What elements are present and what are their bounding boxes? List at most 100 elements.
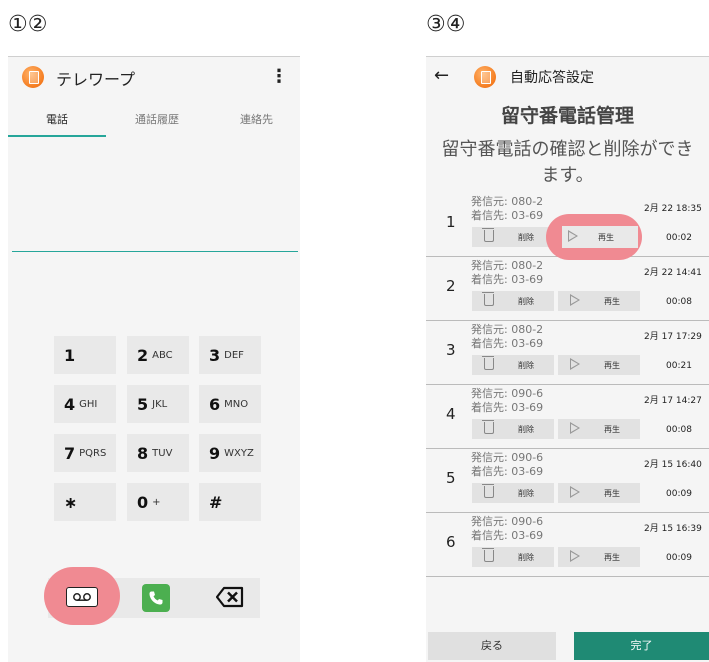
description-line-1: 留守番電話の確認と削除ができ	[441, 139, 694, 160]
done-button[interactable]: 完了	[574, 632, 709, 660]
back-arrow-icon[interactable]: ←	[434, 65, 449, 86]
entry-duration: 00:21	[666, 361, 692, 371]
entry-datetime: 2月 22 18:35	[644, 204, 702, 214]
step-label-1-2: ①②	[8, 12, 48, 37]
play-button[interactable]: 再生	[558, 355, 640, 375]
app-bar: テレワープ ⋮	[8, 57, 300, 97]
number-input-underline[interactable]	[12, 251, 298, 252]
app-logo-icon	[22, 66, 44, 88]
trash-icon	[482, 292, 494, 306]
tab-contacts[interactable]: 連絡先	[240, 111, 273, 127]
backspace-button[interactable]	[215, 586, 244, 608]
entry-datetime: 2月 17 14:27	[644, 396, 702, 406]
entry-duration: 00:08	[666, 297, 692, 307]
step-label-3-4: ③④	[426, 12, 466, 37]
trash-icon	[482, 356, 494, 370]
key-9[interactable]: 9 WXYZ	[199, 434, 261, 472]
tab-bar: 電話 通話履歴 連絡先	[8, 101, 300, 137]
entry-number: 4	[446, 405, 456, 423]
entry-datetime: 2月 15 16:39	[644, 524, 702, 534]
entry-callee: 着信先: 03-69	[471, 401, 544, 414]
entry-callee: 着信先: 03-69	[471, 465, 544, 478]
key-digit: 0	[137, 492, 149, 512]
entry-number: 1	[446, 213, 456, 231]
backspace-icon	[215, 586, 244, 608]
play-button[interactable]: 再生	[558, 483, 640, 503]
key-digit: 6	[209, 394, 221, 414]
voicemail-settings-screen: ← 自動応答設定 留守番電話管理 留守番電話の確認と削除ができ ます。 1 発信…	[426, 56, 709, 662]
tab-call-history[interactable]: 通話履歴	[135, 111, 179, 127]
play-button[interactable]: 再生	[558, 291, 640, 311]
play-button[interactable]: 再生	[562, 226, 638, 248]
entry-callee: 着信先: 03-69	[471, 209, 544, 222]
key-digit: 7	[64, 443, 76, 463]
play-icon	[570, 422, 580, 434]
active-tab-indicator	[8, 135, 106, 137]
description-line-2: ます。	[541, 165, 594, 186]
key-star[interactable]: ∗	[54, 483, 116, 521]
play-icon	[568, 230, 578, 242]
key-4[interactable]: 4 GHI	[54, 385, 116, 423]
key-2[interactable]: 2 ABC	[127, 336, 189, 374]
tab-phone[interactable]: 電話	[46, 111, 68, 127]
key-0[interactable]: 0 +	[127, 483, 189, 521]
back-button[interactable]: 戻る	[428, 632, 556, 660]
key-7[interactable]: 7 PQRS	[54, 434, 116, 472]
delete-button[interactable]: 削除	[472, 227, 554, 247]
delete-button[interactable]: 削除	[472, 483, 554, 503]
key-3[interactable]: 3 DEF	[199, 336, 261, 374]
delete-label: 削除	[518, 553, 534, 562]
entry-datetime: 2月 17 17:29	[644, 332, 702, 342]
call-button[interactable]	[142, 584, 170, 612]
play-label: 再生	[604, 361, 620, 370]
delete-button[interactable]: 削除	[472, 355, 554, 375]
key-letters: JKL	[152, 398, 168, 410]
voicemail-entry: 5 発信元: 090-6 着信先: 03-69 2月 15 16:40 削除 再…	[426, 449, 709, 513]
key-1[interactable]: 1	[54, 336, 116, 374]
voicemail-button[interactable]	[66, 587, 98, 607]
trash-icon	[482, 228, 494, 242]
voicemail-entry: 3 発信元: 080-2 着信先: 03-69 2月 17 17:29 削除 再…	[426, 321, 709, 385]
entry-duration: 00:08	[666, 425, 692, 435]
key-digit: ∗	[64, 492, 78, 512]
key-letters: DEF	[224, 349, 244, 361]
play-label: 再生	[598, 233, 614, 242]
key-5[interactable]: 5 JKL	[127, 385, 189, 423]
delete-button[interactable]: 削除	[472, 419, 554, 439]
key-letters: +	[152, 496, 161, 508]
app-logo-icon	[474, 66, 496, 88]
key-letters: WXYZ	[224, 447, 254, 459]
play-label: 再生	[604, 297, 620, 306]
key-digit: 8	[137, 443, 149, 463]
delete-label: 削除	[518, 489, 534, 498]
play-button[interactable]: 再生	[558, 547, 640, 567]
play-label: 再生	[604, 425, 620, 434]
trash-icon	[482, 548, 494, 562]
key-6[interactable]: 6 MNO	[199, 385, 261, 423]
page-title: 留守番電話管理	[500, 105, 634, 127]
key-digit: #	[209, 492, 223, 512]
key-8[interactable]: 8 TUV	[127, 434, 189, 472]
play-button[interactable]: 再生	[558, 419, 640, 439]
delete-button[interactable]: 削除	[472, 291, 554, 311]
key-letters: ABC	[152, 349, 173, 361]
dialer-screen: テレワープ ⋮ 電話 通話履歴 連絡先 1 2 ABC 3 DEF 4 GHI 5 JK…	[8, 56, 300, 662]
entry-duration: 00:09	[666, 489, 692, 499]
key-digit: 2	[137, 345, 149, 365]
delete-label: 削除	[518, 233, 534, 242]
entry-callee: 着信先: 03-69	[471, 337, 544, 350]
app-title: 自動応答設定	[510, 70, 594, 86]
key-digit: 5	[137, 394, 149, 414]
key-digit: 4	[64, 394, 76, 414]
phone-icon	[149, 591, 163, 605]
more-menu-icon[interactable]: ⋮	[270, 66, 288, 87]
app-bar: ← 自動応答設定	[426, 57, 709, 97]
app-title: テレワープ	[56, 70, 136, 89]
key-hash[interactable]: #	[199, 483, 261, 521]
entry-number: 2	[446, 277, 456, 295]
play-icon	[570, 294, 580, 306]
delete-button[interactable]: 削除	[472, 547, 554, 567]
key-letters: MNO	[224, 398, 249, 410]
delete-label: 削除	[518, 425, 534, 434]
entry-datetime: 2月 22 14:41	[644, 268, 702, 278]
